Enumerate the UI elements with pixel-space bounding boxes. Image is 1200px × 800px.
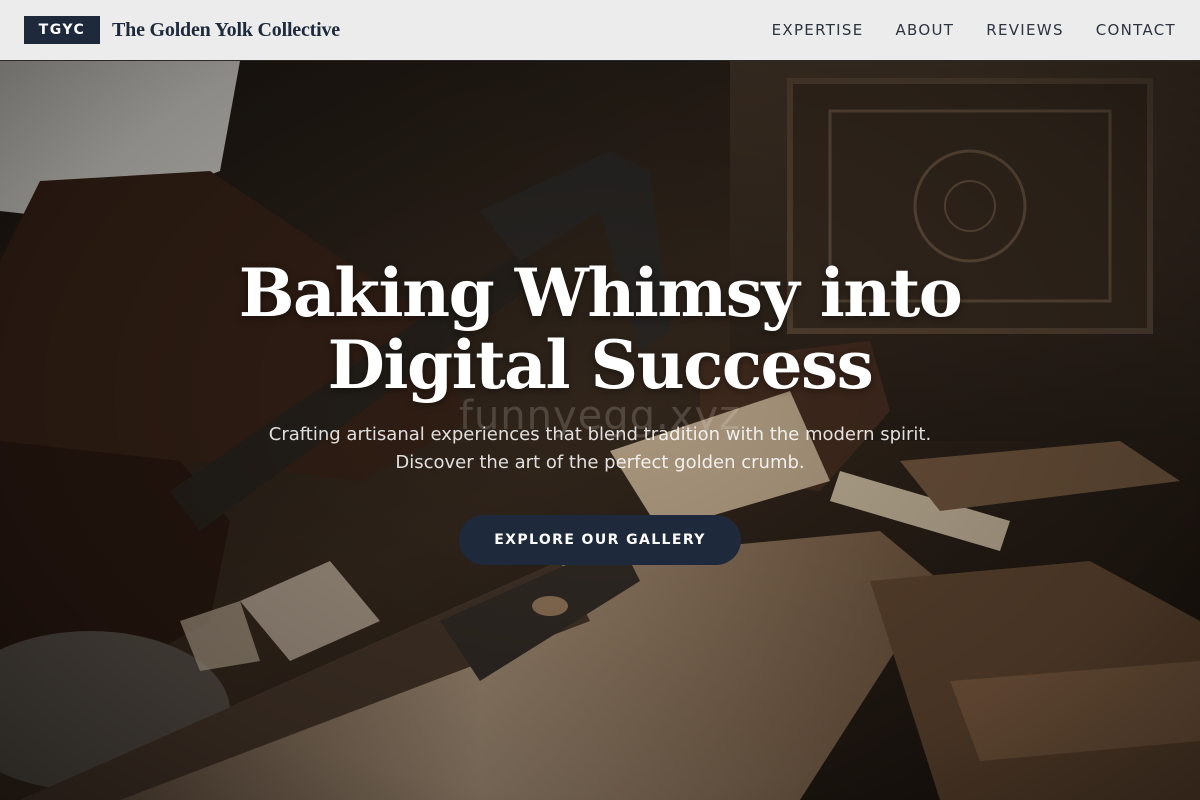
brand[interactable]: TGYC The Golden Yolk Collective: [24, 16, 340, 44]
explore-gallery-button[interactable]: EXPLORE OUR GALLERY: [459, 515, 741, 565]
nav-item-reviews[interactable]: REVIEWS: [986, 21, 1064, 39]
hero-subtitle: Crafting artisanal experiences that blen…: [268, 424, 932, 473]
nav-item-expertise[interactable]: EXPERTISE: [772, 21, 864, 39]
logo-badge[interactable]: TGYC: [24, 16, 100, 44]
hero-section: funnyegg.xyz Baking Whimsy into Digital …: [0, 61, 1200, 800]
site-header: TGYC The Golden Yolk Collective EXPERTIS…: [0, 0, 1200, 61]
nav-item-contact[interactable]: CONTACT: [1096, 21, 1176, 39]
hero-title: Baking Whimsy into Digital Success: [238, 254, 963, 404]
brand-name[interactable]: The Golden Yolk Collective: [112, 19, 340, 42]
hero-content: Baking Whimsy into Digital Success Craft…: [0, 61, 1200, 800]
main-nav: EXPERTISE ABOUT REVIEWS CONTACT: [740, 21, 1176, 39]
nav-item-about[interactable]: ABOUT: [896, 21, 955, 39]
